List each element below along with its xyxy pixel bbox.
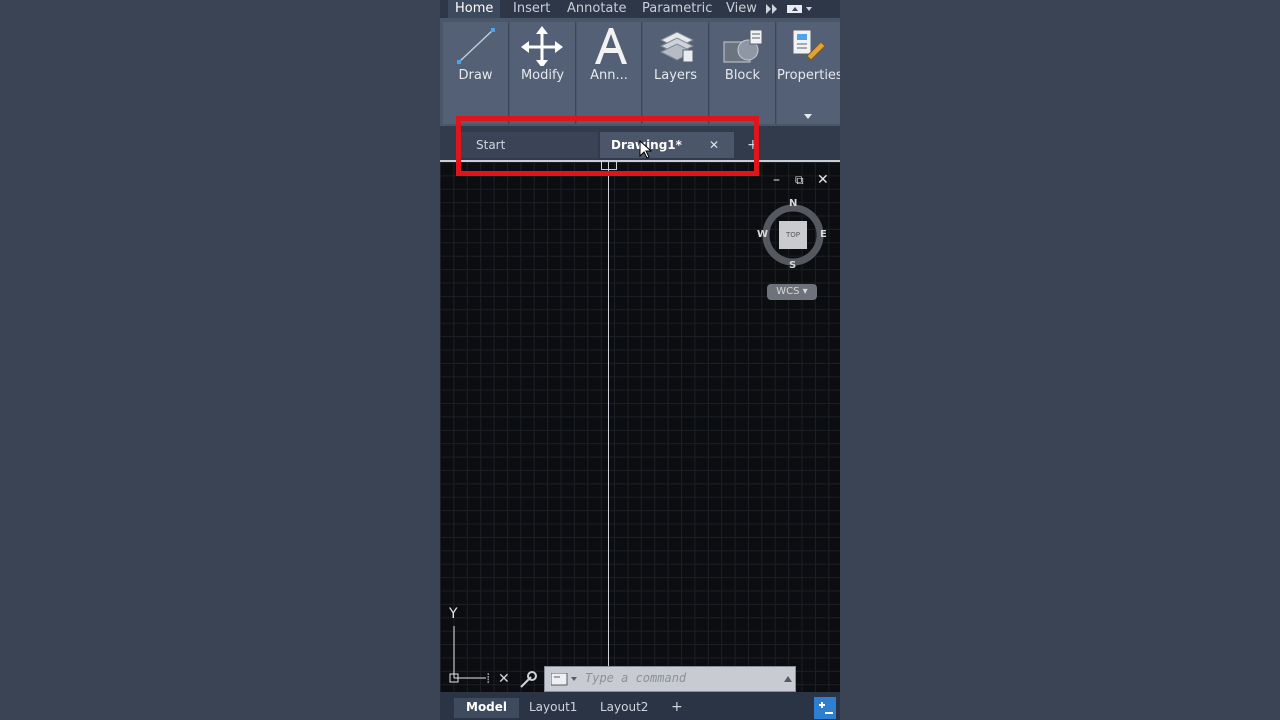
ribbon-tab-bar: Home Insert Annotate Parametric View bbox=[440, 0, 840, 18]
draw-label: Draw bbox=[458, 68, 493, 83]
command-line[interactable]: Type a command bbox=[544, 666, 796, 692]
status-bar-icon[interactable] bbox=[814, 697, 836, 719]
wcs-label: WCS bbox=[776, 286, 800, 297]
more-tabs-icon[interactable] bbox=[766, 4, 778, 14]
command-history-icon[interactable] bbox=[551, 673, 579, 687]
compass-north[interactable]: N bbox=[789, 198, 797, 209]
viewcube[interactable]: TOP N S E W bbox=[757, 198, 827, 271]
command-input[interactable]: Type a command bbox=[585, 671, 686, 685]
properties-button[interactable]: Properties bbox=[777, 22, 840, 124]
modify-label: Modify bbox=[520, 68, 565, 83]
move-icon bbox=[521, 26, 563, 66]
tab-model[interactable]: Model bbox=[454, 698, 520, 718]
block-label: Block bbox=[724, 68, 761, 83]
tab-view[interactable]: View bbox=[726, 0, 757, 18]
viewcube-top-face[interactable]: TOP bbox=[779, 221, 807, 249]
crosshair-vertical-line bbox=[608, 162, 609, 694]
backdrop-right bbox=[840, 0, 1280, 720]
autocad-window: Home Insert Annotate Parametric View Dra… bbox=[440, 0, 840, 720]
workspace-dropdown-icon[interactable] bbox=[787, 4, 813, 14]
block-icon bbox=[723, 29, 763, 63]
layers-label: Layers bbox=[653, 68, 698, 83]
properties-label: Properties bbox=[777, 68, 840, 83]
draw-button[interactable]: Draw bbox=[443, 22, 509, 124]
tab-layout2[interactable]: Layout2 bbox=[600, 698, 648, 718]
compass-west[interactable]: W bbox=[757, 229, 768, 240]
layers-icon bbox=[659, 31, 695, 63]
compass-south[interactable]: S bbox=[789, 260, 796, 271]
ribbon-panel: Draw Modify Ann... Layers Block Properti… bbox=[440, 18, 840, 126]
annotation-label: Ann... bbox=[590, 68, 628, 83]
text-a-icon bbox=[595, 28, 627, 64]
layout-tab-bar: Model Layout1 Layout2 + bbox=[440, 692, 840, 720]
annotation-button[interactable]: Ann... bbox=[577, 22, 642, 124]
backdrop-left bbox=[0, 0, 440, 720]
minimize-icon[interactable]: – bbox=[773, 172, 780, 188]
properties-icon bbox=[792, 29, 826, 61]
tab-layout1[interactable]: Layout1 bbox=[529, 698, 577, 718]
command-close-icon[interactable]: ✕ bbox=[498, 666, 510, 692]
block-button[interactable]: Block bbox=[710, 22, 776, 124]
tab-home[interactable]: Home bbox=[448, 0, 501, 18]
add-layout-button[interactable]: + bbox=[671, 698, 683, 718]
tab-parametric[interactable]: Parametric bbox=[642, 0, 712, 18]
command-expand-icon[interactable] bbox=[784, 676, 792, 682]
tab-insert[interactable]: Insert bbox=[513, 0, 550, 18]
compass-east[interactable]: E bbox=[820, 229, 827, 240]
command-grip-icon[interactable]: ⁞ bbox=[486, 666, 490, 692]
layers-button[interactable]: Layers bbox=[643, 22, 709, 124]
tab-annotate[interactable]: Annotate bbox=[567, 0, 626, 18]
modify-button[interactable]: Modify bbox=[510, 22, 576, 124]
close-viewport-icon[interactable]: ✕ bbox=[817, 172, 829, 188]
restore-icon[interactable]: ⧉ bbox=[795, 173, 804, 188]
wcs-menu[interactable]: WCS ▾ bbox=[767, 284, 817, 300]
drawing-viewport[interactable]: – ⧉ ✕ TOP N S E W WCS ▾ Y ⁞ ✕ Type a com… bbox=[440, 160, 840, 694]
line-icon bbox=[457, 28, 495, 64]
highlight-box bbox=[456, 116, 759, 176]
ucs-y-label: Y bbox=[449, 606, 458, 622]
panel-expand-icon[interactable] bbox=[804, 114, 812, 119]
command-customize-icon[interactable] bbox=[518, 670, 538, 690]
